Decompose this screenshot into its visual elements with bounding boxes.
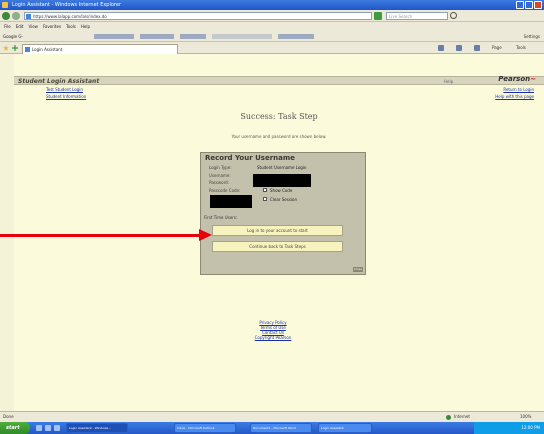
taskbar-item[interactable]: Document1 - Microsoft Word xyxy=(250,423,312,433)
tools-menu[interactable]: Tools xyxy=(516,42,526,54)
logo-swoosh-icon: ~ xyxy=(530,75,536,83)
username-panel: Record Your Username Login Type: Student… xyxy=(200,152,366,275)
help-page-link[interactable]: Help with this page xyxy=(495,94,534,99)
annotation-arrow-head-icon xyxy=(199,229,212,241)
address-url: https://www.lalapp.com/lals/index.do xyxy=(33,14,107,19)
status-zoom[interactable]: 100% xyxy=(520,412,531,422)
taskbar-item[interactable]: Login Assistant - Windows... xyxy=(66,423,128,433)
field-label-login-type: Login Type: xyxy=(209,165,232,170)
go-button[interactable] xyxy=(374,12,382,20)
tab-login-assistant[interactable]: Login Assistant xyxy=(22,44,178,54)
toolbar-pagerank-button[interactable] xyxy=(180,34,206,39)
footer-links: Privacy Policy Terms of Use Contact Us C… xyxy=(243,320,303,340)
field-label-password: Password: xyxy=(209,180,230,185)
status-text: Done xyxy=(3,414,14,419)
tab-page-icon xyxy=(25,47,30,52)
panel-note: First Time Users: xyxy=(204,215,238,220)
panel-title: Record Your Username xyxy=(205,154,295,162)
menu-tools[interactable]: Tools xyxy=(66,22,76,31)
menu-bar: File Edit View Favorites Tools Help xyxy=(0,22,544,31)
tab-bar: Login Assistant Page Tools xyxy=(0,42,544,54)
start-button[interactable]: start xyxy=(0,422,30,434)
login-start-button[interactable]: Log in to your account to start xyxy=(212,225,343,236)
page-content: Student Login Assistant Help Pearson~ Te… xyxy=(14,54,544,411)
field-value-clear-session: Clear Session xyxy=(270,197,297,202)
favorites-star-icon[interactable] xyxy=(3,45,9,51)
show-code-checkbox[interactable] xyxy=(263,188,267,192)
google-toolbar-label[interactable]: Google G- xyxy=(3,31,23,42)
field-value-login-type: Student Username Login xyxy=(257,165,307,170)
menu-file[interactable]: File xyxy=(4,22,11,31)
add-favorite-icon[interactable] xyxy=(12,45,18,51)
window-controls xyxy=(516,1,542,9)
quick-launch-ie-icon[interactable] xyxy=(36,425,42,431)
page-icon xyxy=(26,14,31,19)
redacted-credentials xyxy=(253,174,311,187)
menu-edit[interactable]: Edit xyxy=(16,22,24,31)
toolbar-settings[interactable]: Settings xyxy=(524,31,540,42)
page-subtitle: Your username and password are shown bel… xyxy=(231,134,327,139)
left-edge xyxy=(0,54,14,411)
return-to-login-link[interactable]: Return to Login xyxy=(503,87,534,92)
site-title: Student Login Assistant xyxy=(18,78,100,85)
quick-launch-desktop-icon[interactable] xyxy=(45,425,51,431)
address-bar[interactable]: https://www.lalapp.com/lals/index.do xyxy=(24,12,372,20)
maximize-button[interactable] xyxy=(525,1,533,9)
menu-favorites[interactable]: Favorites xyxy=(43,22,61,31)
search-icon[interactable] xyxy=(450,12,457,19)
test-student-login-link[interactable]: Test Student Login xyxy=(46,87,83,92)
field-value-show-code: Show Code xyxy=(270,188,293,193)
title-bar: Login Assistant - Windows Internet Explo… xyxy=(0,0,544,10)
search-input[interactable]: Live Search xyxy=(386,12,448,20)
page-title: Success: Task Step xyxy=(240,112,318,121)
system-tray-clock: 12:00 PM xyxy=(474,422,544,434)
menu-help[interactable]: Help xyxy=(81,22,90,31)
field-label-username: Username: xyxy=(209,173,231,178)
pearson-logo: Pearson~ xyxy=(498,75,536,83)
taskbar: start Login Assistant - Windows... Inbox… xyxy=(0,422,544,434)
redacted-passcode xyxy=(210,195,252,208)
toolbar-autofill-button[interactable] xyxy=(278,34,314,39)
home-icon[interactable] xyxy=(438,45,444,51)
field-label-passcode: Passcode Code: xyxy=(209,188,241,193)
toolbar-search-button[interactable] xyxy=(94,34,134,39)
internet-explorer-icon xyxy=(2,2,8,8)
quick-launch-outlook-icon[interactable] xyxy=(54,425,60,431)
window-title: Login Assistant - Windows Internet Explo… xyxy=(12,2,122,8)
clear-session-checkbox[interactable] xyxy=(263,197,267,201)
logo-text: Pearson xyxy=(498,75,531,83)
back-button[interactable] xyxy=(2,12,10,20)
site-header: Student Login Assistant Help Pearson~ xyxy=(14,75,544,86)
annotation-arrow-shaft xyxy=(0,234,200,237)
continue-task-steps-button[interactable]: Continue back to Task Steps xyxy=(212,241,343,252)
status-zone: Internet xyxy=(454,414,470,419)
header-help-link[interactable]: Help xyxy=(444,77,453,86)
browser-window: Login Assistant - Windows Internet Explo… xyxy=(0,0,544,434)
taskbar-item[interactable]: Login Assistant xyxy=(318,423,372,433)
tab-title: Login Assistant xyxy=(32,47,63,52)
status-bar: Done Internet 100% xyxy=(0,411,544,422)
print-icon[interactable] xyxy=(474,45,480,51)
page-menu[interactable]: Page xyxy=(492,42,502,54)
panel-close-button[interactable]: Close xyxy=(353,267,363,272)
address-row: https://www.lalapp.com/lals/index.do Liv… xyxy=(0,10,544,22)
taskbar-item[interactable]: Inbox - Microsoft Outlook xyxy=(174,423,236,433)
forward-button[interactable] xyxy=(12,12,20,20)
toolbar-bookmarks-button[interactable] xyxy=(140,34,174,39)
toolbar-check-button[interactable] xyxy=(212,34,272,39)
footer-copyright-link[interactable]: Copyright Pearson xyxy=(243,335,303,340)
close-button[interactable] xyxy=(534,1,542,9)
feeds-icon[interactable] xyxy=(456,45,462,51)
menu-view[interactable]: View xyxy=(28,22,38,31)
internet-zone-icon xyxy=(446,415,451,420)
minimize-button[interactable] xyxy=(516,1,524,9)
google-toolbar: Google G- Settings xyxy=(0,31,544,42)
student-information-link[interactable]: Student Information xyxy=(46,94,86,99)
